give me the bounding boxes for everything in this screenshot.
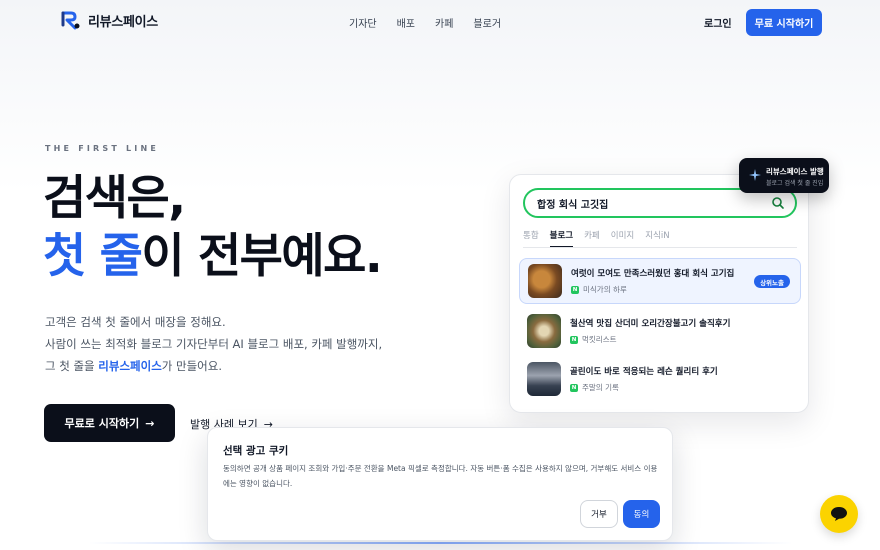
logo-icon [61, 11, 80, 30]
badge-subtitle: 블로그 검색 첫 줄 진입 [766, 180, 824, 187]
mock-tab-all: 통합 [523, 231, 539, 241]
cookie-consent-banner: 선택 광고 쿠키 동의하면 공개 상품 페이지 조회와 가입·주문 전환을 Me… [207, 427, 673, 541]
brand-name: 리뷰스페이스 [88, 15, 158, 30]
login-link[interactable]: 로그인 [704, 15, 732, 30]
arrow-right-icon: → [145, 416, 155, 430]
cta-start-label: 무료로 시작하기 [64, 417, 140, 430]
result-title: 여럿이 모여도 만족스러웠던 홍대 회식 고기집 [571, 269, 735, 279]
headline-accent: 첫 줄 [43, 229, 143, 284]
badge-title: 리뷰스페이스 발행 [766, 167, 824, 176]
mock-divider [523, 247, 797, 248]
search-icon [772, 197, 784, 209]
nav-item-cafe[interactable]: 카페 [435, 15, 453, 30]
cta-start-free-button[interactable]: 무료로 시작하기 → [44, 404, 175, 442]
mock-tab-kin: 지식iN [645, 231, 670, 241]
desc-line-3: 그 첫 줄을 리뷰스페이스가 만들어요. [45, 355, 382, 377]
result-author: 먹킷리스트 [582, 335, 617, 344]
publish-status-badge: 리뷰스페이스 발행 블로그 검색 첫 줄 진입 [739, 158, 829, 193]
hero-eyebrow: THE FIRST LINE [45, 144, 160, 153]
nav-item-blogger[interactable]: 블로거 [473, 15, 501, 30]
mock-tabs: 통합 블로그 카페 이미지 지식iN [523, 229, 670, 248]
mock-result-item: 여럿이 모여도 만족스러웠던 홍대 회식 고기집 N 미식가의 하루 상위노출 [519, 258, 801, 304]
decorative-divider [88, 542, 793, 544]
search-result-mockup: 합정 회식 고깃집 통합 블로그 카페 이미지 지식iN 여럿이 모여도 만족스… [509, 174, 809, 413]
naver-icon: N [570, 335, 578, 344]
hero-headline: 검색은, 첫 줄이 전부예요. [43, 170, 383, 286]
result-title: 철산역 맛집 산더미 오리간장불고기 솔직후기 [570, 319, 731, 329]
desc-line-3-prefix: 그 첫 줄을 [45, 359, 99, 373]
mock-tab-cafe: 카페 [584, 231, 600, 241]
desc-line-3-suffix: 가 만들어요. [161, 359, 222, 373]
mock-tab-image: 이미지 [610, 231, 635, 241]
cookie-title: 선택 광고 쿠키 [223, 445, 289, 457]
main-nav: 기자단 배포 카페 블로거 [349, 15, 501, 30]
result-thumbnail [527, 362, 561, 396]
mock-tab-blog: 블로그 [549, 229, 574, 248]
result-author: 주말의 기록 [582, 383, 619, 392]
naver-icon: N [571, 285, 579, 294]
nav-item-reporters[interactable]: 기자단 [349, 15, 377, 30]
brand-logo[interactable]: 리뷰스페이스 [60, 10, 158, 31]
chat-button[interactable] [820, 495, 858, 533]
top-rank-badge: 상위노출 [754, 275, 790, 288]
cookie-agree-button[interactable]: 동의 [623, 500, 660, 528]
mock-search-query: 합정 회식 고깃집 [537, 199, 609, 211]
desc-brand: 리뷰스페이스 [98, 359, 162, 373]
mock-result-item: 철산역 맛집 산더미 오리간장불고기 솔직후기 N 먹킷리스트 [519, 308, 801, 354]
chat-bubble-icon [831, 507, 847, 521]
cookie-reject-button[interactable]: 거부 [580, 500, 618, 528]
start-free-button[interactable]: 무료 시작하기 [746, 9, 822, 36]
headline-line-2: 첫 줄이 전부예요. [43, 228, 383, 286]
hero-description: 고객은 검색 첫 줄에서 매장을 정해요. 사람이 쓰는 최적화 블로그 기자단… [45, 311, 382, 377]
headline-rest: 이 전부예요. [141, 229, 382, 284]
cookie-description: 동의하면 공개 상품 페이지 조회와 가입·주문 전환을 Meta 픽셀로 측정… [223, 464, 658, 488]
site-header: 리뷰스페이스 기자단 배포 카페 블로거 로그인 무료 시작하기 [0, 0, 880, 44]
result-thumbnail [527, 314, 561, 348]
sparkle-icon [749, 169, 761, 181]
mock-result-item: 골린이도 바로 적응되는 레슨 퀄리티 후기 N 주말의 기록 [519, 356, 801, 402]
desc-line-1: 고객은 검색 첫 줄에서 매장을 정해요. [45, 315, 226, 329]
nav-item-distribution[interactable]: 배포 [397, 15, 415, 30]
desc-line-2: 사람이 쓰는 최적화 블로그 기자단부터 AI 블로그 배포, 카페 발행까지, [45, 337, 383, 351]
result-thumbnail [528, 264, 562, 298]
result-title: 골린이도 바로 적응되는 레슨 퀄리티 후기 [570, 367, 718, 377]
headline-line-1: 검색은, [43, 171, 186, 226]
result-author: 미식가의 하루 [583, 285, 627, 294]
naver-icon: N [570, 383, 578, 392]
